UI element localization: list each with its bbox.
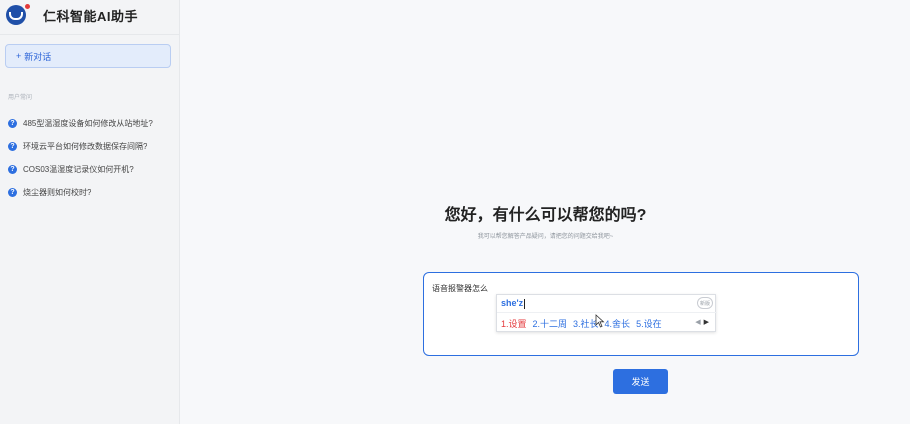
ime-candidates: 1.设置 2.十二周 3.社长 4.舍长 5.设在 (501, 317, 668, 330)
message-input-value: 语音报警器怎么 (432, 284, 488, 293)
faq-item-text: 环境云平台如何修改数据保存间隔? (23, 142, 148, 151)
question-icon: ? (8, 188, 17, 197)
faq-item[interactable]: ? 环境云平台如何修改数据保存间隔? (8, 135, 178, 158)
mouse-cursor-icon (595, 314, 605, 328)
ime-candidate-window: she'z 新版 1.设置 2.十二周 3.社长 4.舍长 5.设在 ◀ ▶ (496, 294, 717, 332)
ime-prev-icon[interactable]: ◀ (695, 319, 700, 326)
divider (0, 34, 180, 35)
send-button[interactable]: 发送 (613, 369, 668, 394)
ime-pinyin: she'z (501, 298, 526, 309)
ime-candidate[interactable]: 5.设在 (636, 317, 662, 330)
greeting-heading: 您好，有什么可以帮您的吗? (444, 207, 647, 224)
faq-item[interactable]: ? 485型温湿度设备如何修改从站地址? (8, 112, 178, 135)
ime-candidate[interactable]: 2.十二周 (533, 317, 568, 330)
sidebar: 仁科智能AI助手 + 新对话 用户常问 ? 485型温湿度设备如何修改从站地址?… (0, 0, 180, 424)
faq-item-text: COS03温湿度记录仪如何开机? (23, 165, 134, 174)
logo-icon (6, 4, 30, 25)
faq-item-text: 烧尘器则如何校时? (23, 188, 92, 197)
brand: 仁科智能AI助手 (6, 4, 138, 26)
new-chat-button[interactable]: + 新对话 (5, 44, 171, 68)
faq-item-text: 485型温湿度设备如何修改从站地址? (23, 119, 153, 128)
ime-divider (497, 312, 717, 313)
faq-item[interactable]: ? COS03温湿度记录仪如何开机? (8, 158, 178, 181)
ime-candidate[interactable]: 1.设置 (501, 317, 527, 330)
ime-candidate[interactable]: 4.舍长 (605, 317, 631, 330)
plus-icon: + (16, 51, 22, 61)
greeting-subtext: 我可以帮您解答产品疑问，请把您的问题交给我吧~ (477, 234, 614, 240)
app-title: 仁科智能AI助手 (43, 8, 139, 24)
faq-item[interactable]: ? 烧尘器则如何校时? (8, 181, 178, 204)
new-chat-label: 新对话 (24, 51, 52, 62)
ime-badge: 新版 (697, 297, 713, 309)
question-icon: ? (8, 119, 17, 128)
question-icon: ? (8, 165, 17, 174)
ime-page-nav: ◀ ▶ (695, 318, 709, 326)
ime-next-icon[interactable]: ▶ (704, 319, 709, 326)
faq-list: ? 485型温湿度设备如何修改从站地址? ? 环境云平台如何修改数据保存间隔? … (8, 112, 178, 204)
question-icon: ? (8, 142, 17, 151)
faq-section-label: 用户常问 (8, 95, 33, 101)
